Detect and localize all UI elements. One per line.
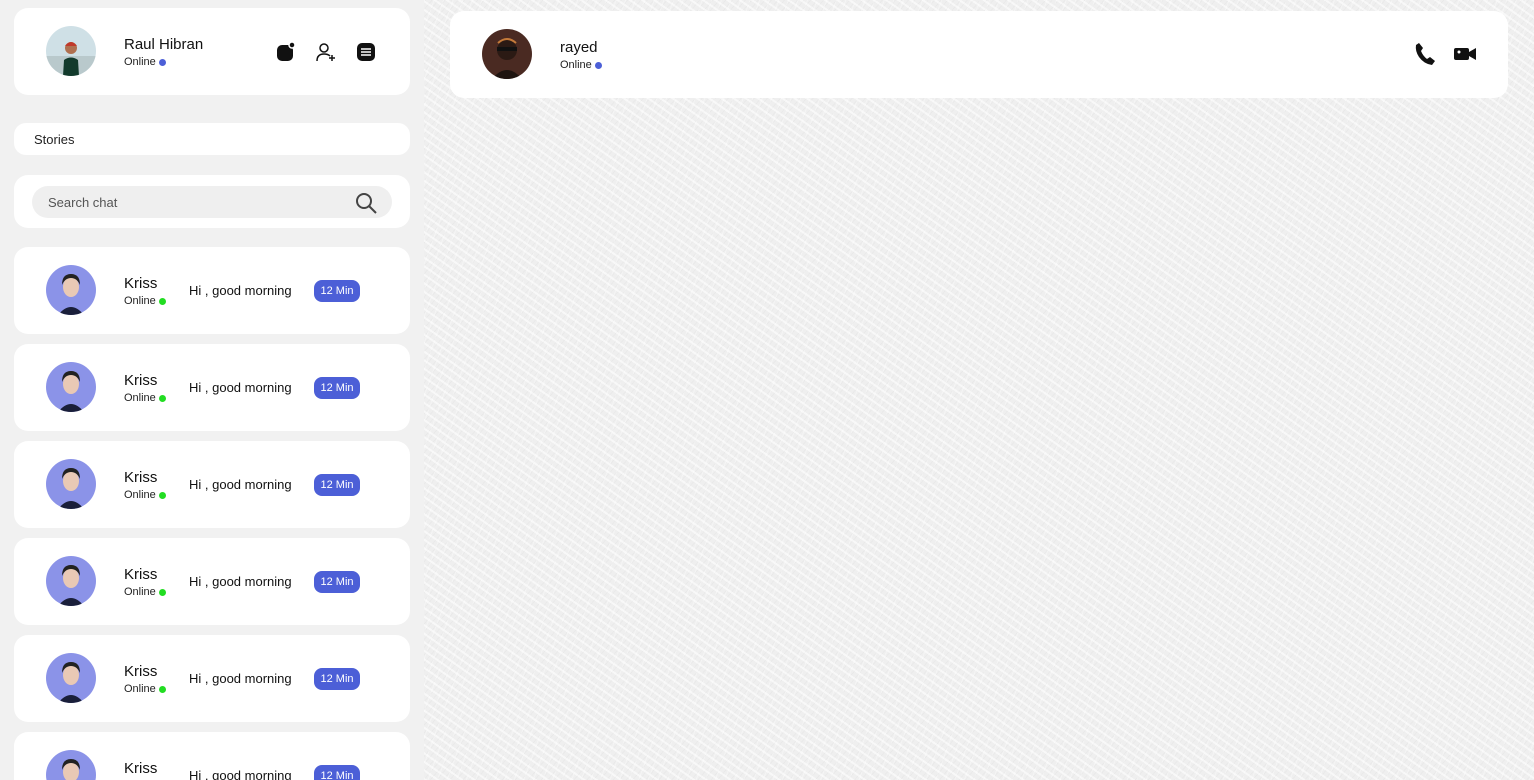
chat-list-item[interactable]: Kriss Online Hi , good morning 12 Min [14,441,410,528]
chat-header: rayed Online [450,11,1508,98]
contact-status-text: Online [560,59,592,71]
chat-name: Kriss [124,275,158,292]
time-badge: 12 Min [314,377,360,399]
stories-label: Stories [34,132,75,147]
chat-status: Online [124,295,166,307]
chat-avatar [46,459,96,509]
chat-last-message: Hi , good morning [189,477,292,492]
chat-list-item[interactable]: Kriss Online Hi , good morning 12 Min [14,538,410,625]
online-dot [158,297,166,305]
phone-icon [1415,43,1435,65]
chat-last-message: Hi , good morning [189,768,292,780]
chat-status-text: Online [124,392,156,404]
online-dot [158,491,166,499]
chat-name: Kriss [124,760,158,777]
search-icon[interactable] [354,191,378,215]
chat-avatar [46,750,96,780]
chat-area: rayed Online [424,0,1534,780]
online-dot [158,394,166,402]
video-call-icon [1454,48,1476,60]
chat-list-item[interactable]: Kriss Online Hi , good morning 12 Min [14,247,410,334]
chat-last-message: Hi , good morning [189,574,292,589]
time-badge: 12 Min [314,571,360,593]
chat-last-message: Hi , good morning [189,671,292,686]
time-badge: 12 Min [314,280,360,302]
time-badge: 12 Min [314,474,360,496]
new-chat-icon [277,41,296,61]
add-user-icon [316,43,335,62]
new-chat-button[interactable] [274,40,298,64]
chat-status: Online [124,586,166,598]
chat-name: Kriss [124,469,158,486]
contact-status: Online [560,59,602,71]
sidebar: Raul Hibran Online Stories Search chat K… [0,0,424,780]
chat-list-item[interactable]: Kriss Online Hi , good morning 12 Min [14,635,410,722]
status-dot [594,61,602,69]
chat-status: Online [124,489,166,501]
chat-avatar [46,265,96,315]
chat-status-text: Online [124,586,156,598]
chat-list-item[interactable]: KrissOnlineHi , good morning12 Min [14,732,410,780]
chat-avatar [46,556,96,606]
stories-bar[interactable]: Stories [14,123,410,155]
online-dot [158,588,166,596]
search-card [14,175,410,228]
chat-name: Kriss [124,566,158,583]
profile-card: Raul Hibran Online [14,8,410,95]
call-button[interactable] [1413,42,1437,66]
chat-status-text: Online [124,295,156,307]
chat-avatar [46,653,96,703]
status-dot [158,58,166,66]
chat-last-message: Hi , good morning [189,283,292,298]
chat-status-text: Online [124,683,156,695]
contact-name: rayed [560,39,598,56]
chat-list-item[interactable]: Kriss Online Hi , good morning 12 Min [14,344,410,431]
chat-status: Online [124,392,166,404]
contact-avatar[interactable] [482,29,532,79]
online-dot [158,685,166,693]
user-status-text: Online [124,56,156,68]
chat-last-message: Hi , good morning [189,380,292,395]
time-badge: 12 Min [314,668,360,690]
chat-status: Online [124,683,166,695]
time-badge: 12 Min [314,765,360,780]
menu-button[interactable] [354,40,378,64]
user-status: Online [124,56,166,68]
chat-status-text: Online [124,489,156,501]
chat-name: Kriss [124,663,158,680]
user-avatar[interactable] [46,26,96,76]
chat-avatar [46,362,96,412]
search-input[interactable] [32,186,392,218]
user-name: Raul Hibran [124,36,204,53]
video-call-button[interactable] [1453,42,1477,66]
menu-icon [357,43,375,61]
add-user-button[interactable] [314,40,338,64]
chat-name: Kriss [124,372,158,389]
